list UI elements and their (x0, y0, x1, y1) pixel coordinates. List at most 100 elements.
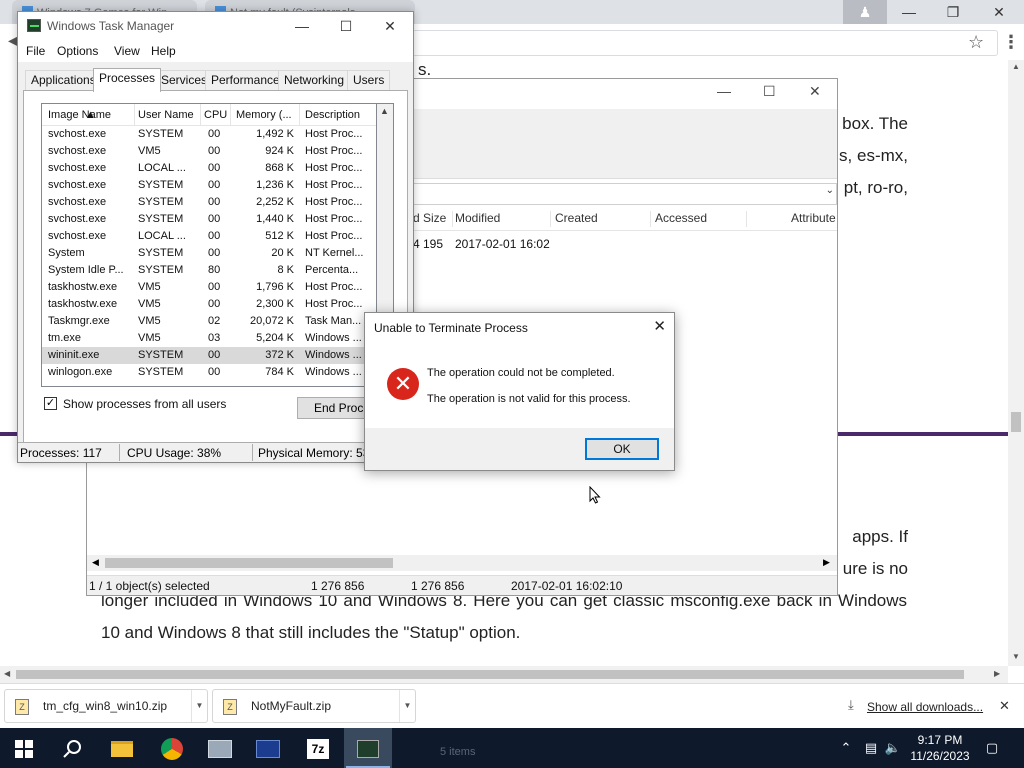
process-row[interactable]: svchost.exe LOCAL ... 00 512 K Host Proc... (42, 228, 376, 245)
process-row[interactable]: winlogon.exe SYSTEM 00 784 K Windows ... (42, 364, 376, 381)
scroll-up-icon[interactable]: ▲ (1012, 62, 1020, 71)
chevron-down-icon[interactable]: ▼ (191, 690, 207, 722)
column-description[interactable]: Description (305, 109, 373, 121)
process-row[interactable]: svchost.exe SYSTEM 00 2,252 K Host Proc... (42, 194, 376, 211)
scroll-up-icon[interactable]: ▲ (380, 106, 389, 116)
column-header-attributes[interactable]: Attribute (791, 211, 837, 227)
scroll-thumb[interactable] (16, 670, 964, 679)
network-icon[interactable]: ▤ (860, 728, 882, 768)
7zip-icon[interactable]: 7z (294, 728, 342, 768)
file-list-horizontal-scrollbar[interactable]: ◀ ▶ (87, 555, 837, 571)
process-name: svchost.exe (48, 196, 107, 208)
download-icon: ⤓ (848, 697, 854, 712)
scroll-thumb[interactable] (1011, 412, 1021, 432)
dialog-message-detail: The operation is not valid for this proc… (427, 393, 631, 405)
column-cpu[interactable]: CPU (204, 109, 230, 121)
menu-file[interactable]: File (26, 44, 45, 58)
process-row[interactable]: svchost.exe LOCAL ... 00 868 K Host Proc... (42, 160, 376, 177)
process-row[interactable]: svchost.exe SYSTEM 00 1,236 K Host Proc... (42, 177, 376, 194)
volume-muted-icon[interactable]: 🔈 (884, 728, 902, 768)
process-row[interactable]: wininit.exe SYSTEM 00 372 K Windows ... (42, 347, 376, 364)
bookmark-star-icon[interactable]: ☆ (968, 32, 984, 53)
process-row[interactable]: tm.exe VM5 03 5,204 K Windows ... (42, 330, 376, 347)
close-icon[interactable]: ✕ (976, 0, 1022, 24)
column-divider[interactable] (230, 104, 231, 126)
scroll-down-icon[interactable]: ▼ (1012, 652, 1020, 661)
close-icon[interactable]: ✕ (653, 317, 666, 335)
tab-applications[interactable]: Applications (25, 70, 102, 90)
tab-processes[interactable]: Processes (93, 68, 162, 92)
minimize-icon[interactable]: — (886, 0, 932, 24)
show-all-downloads-link[interactable]: Show all downloads... (867, 700, 983, 714)
menu-options[interactable]: Options (57, 44, 98, 58)
process-row[interactable]: svchost.exe SYSTEM 00 1,492 K Host Proc... (42, 126, 376, 143)
column-divider[interactable] (200, 104, 201, 126)
chrome-icon[interactable] (148, 728, 196, 768)
process-row[interactable]: svchost.exe SYSTEM 00 1,440 K Host Proc... (42, 211, 376, 228)
column-user-name[interactable]: User Name (138, 109, 198, 121)
column-header-accessed[interactable]: Accessed (655, 211, 747, 227)
browser-menu-icon[interactable]: ⋮ (1002, 32, 1020, 53)
process-row[interactable]: Taskmgr.exe VM5 02 20,072 K Task Man... (42, 313, 376, 330)
column-image-name[interactable]: Image Name (48, 109, 134, 121)
article-text: pt, ro-ro, (843, 178, 908, 197)
process-row[interactable]: taskhostw.exe VM5 00 2,300 K Host Proc... (42, 296, 376, 313)
maximize-icon[interactable]: ☐ (324, 12, 368, 40)
notification-icon[interactable]: ▢ (980, 728, 1004, 768)
menu-view[interactable]: View (114, 44, 140, 58)
minimize-icon[interactable]: — (717, 83, 731, 99)
scroll-thumb[interactable] (105, 558, 393, 568)
column-memory[interactable]: Memory (... (236, 109, 298, 121)
chevron-up-icon[interactable]: ⌃ (836, 728, 856, 768)
process-list[interactable]: ▲ Image Name User Name CPU Memory (... D… (41, 103, 377, 387)
menu-help[interactable]: Help (151, 44, 176, 58)
ok-button[interactable]: OK (585, 438, 659, 460)
start-button[interactable] (0, 728, 48, 768)
address-bar[interactable] (412, 30, 998, 56)
page-vertical-scrollbar[interactable]: ▲ ▼ (1008, 60, 1024, 666)
scroll-right-icon[interactable]: ▶ (823, 557, 830, 568)
minimize-icon[interactable]: — (280, 12, 324, 40)
column-header-modified[interactable]: Modified (455, 211, 551, 227)
task-manager-statusbar: Processes: 117 CPU Usage: 38% Physical M… (18, 442, 413, 462)
column-header-created[interactable]: Created (555, 211, 651, 227)
scroll-left-icon[interactable]: ◀ (92, 557, 99, 568)
file-row[interactable]: 4 195 2017-02-01 16:02 (405, 235, 837, 253)
chevron-down-icon[interactable]: ⌄ (826, 185, 834, 196)
app-icon[interactable] (244, 728, 292, 768)
process-row[interactable]: System SYSTEM 00 20 K NT Kernel... (42, 245, 376, 262)
chevron-down-icon[interactable]: ▼ (399, 690, 415, 722)
tab-networking[interactable]: Networking (278, 70, 351, 90)
close-icon[interactable]: ✕ (368, 12, 412, 40)
restore-icon[interactable]: ❐ (930, 0, 976, 24)
download-item[interactable]: Z NotMyFault.zip ▼ (212, 689, 416, 723)
process-name: tm.exe (48, 332, 82, 344)
maximize-icon[interactable]: ☐ (763, 83, 776, 100)
process-row[interactable]: svchost.exe VM5 00 924 K Host Proc... (42, 143, 376, 160)
search-icon[interactable] (48, 728, 96, 768)
download-filename: tm_cfg_win8_win10.zip (43, 699, 168, 713)
close-icon[interactable]: ✕ (999, 698, 1010, 714)
clock[interactable]: 9:17 PM 11/26/2023 (902, 732, 978, 764)
column-header-size[interactable]: d Size (413, 211, 453, 227)
download-item[interactable]: Z tm_cfg_win8_win10.zip ▼ (4, 689, 208, 723)
close-icon[interactable]: ✕ (809, 83, 821, 100)
profile-icon[interactable]: ♟ (843, 0, 887, 24)
process-description: Windows ... (305, 366, 362, 378)
scroll-right-icon[interactable]: ▶ (994, 669, 1000, 678)
task-manager-taskbar-icon[interactable] (344, 728, 392, 768)
show-all-processes-checkbox[interactable]: ✓ (44, 397, 57, 410)
path-field[interactable]: ⌄ (405, 183, 837, 205)
tab-users[interactable]: Users (347, 70, 391, 90)
tab-performance[interactable]: Performance (205, 70, 286, 90)
process-row[interactable]: System Idle P... SYSTEM 80 8 K Percenta... (42, 262, 376, 279)
page-horizontal-scrollbar[interactable]: ◀ ▶ (0, 666, 1008, 683)
app-icon[interactable] (196, 728, 244, 768)
process-cpu: 00 (208, 230, 221, 242)
process-memory: 1,492 K (256, 128, 294, 140)
process-row[interactable]: taskhostw.exe VM5 00 1,796 K Host Proc... (42, 279, 376, 296)
file-explorer-icon[interactable] (98, 728, 146, 768)
column-divider[interactable] (299, 104, 300, 126)
scroll-left-icon[interactable]: ◀ (4, 669, 10, 678)
column-divider[interactable] (134, 104, 135, 126)
